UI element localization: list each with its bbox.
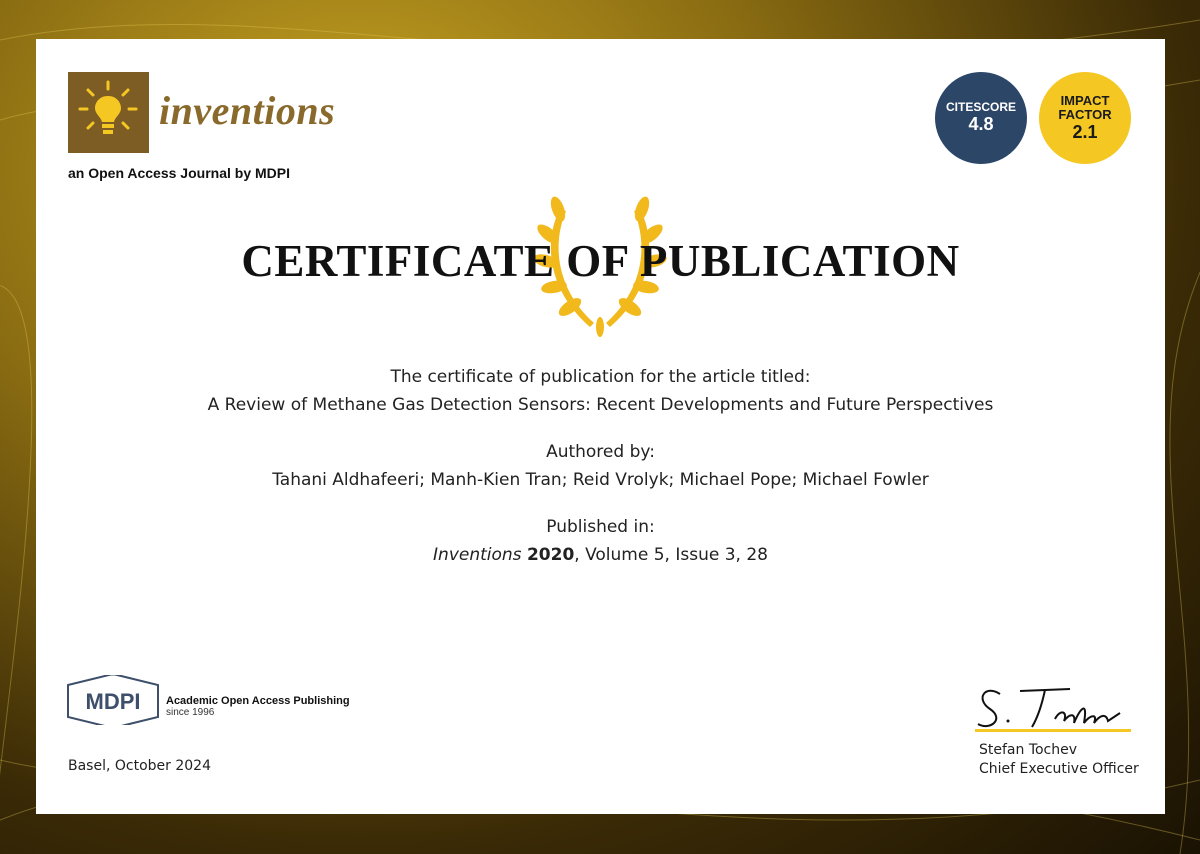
published-label: Published in: — [546, 517, 655, 537]
certificate-title: CERTIFICATE OF PUBLICATION — [241, 236, 960, 286]
citescore-badge: CITESCORE 4.8 — [935, 72, 1027, 164]
impact-factor-badge: IMPACT FACTOR 2.1 — [1039, 72, 1131, 164]
place-date: Basel, October 2024 — [68, 758, 211, 774]
certificate-card: inventions an Open Access Journal by MDP… — [36, 39, 1165, 814]
journal-subtitle: an Open Access Journal by MDPI — [68, 165, 290, 181]
mdpi-logo: MDPI — [67, 675, 159, 725]
authored-label: Authored by: — [546, 442, 655, 462]
publisher-since: since 1996 — [166, 707, 215, 718]
citescore-value: 4.8 — [968, 114, 994, 134]
mdpi-logo-text: MDPI — [86, 689, 141, 714]
citation-journal: Inventions — [433, 545, 522, 565]
citation-volume: , Volume 5, Issue 3, 28 — [574, 545, 768, 565]
authors-list: Tahani Aldhafeeri; Manh-Kien Tran; Reid … — [272, 470, 929, 490]
signatory-name: Stefan Tochev — [979, 742, 1078, 758]
impact-label-2: FACTOR — [1058, 106, 1112, 122]
intro-text: The certificate of publication for the a… — [390, 367, 811, 387]
publisher-tagline: Academic Open Access Publishing — [166, 695, 350, 707]
citation: Inventions 2020, Volume 5, Issue 3, 28 — [36, 541, 1165, 569]
published-section: Published in: Inventions 2020, Volume 5,… — [36, 513, 1165, 569]
signature-underline — [975, 729, 1131, 732]
lightbulb-icon — [78, 80, 138, 134]
authors-section: Authored by: Tahani Aldhafeeri; Manh-Kie… — [36, 438, 1165, 494]
journal-logo — [68, 72, 149, 153]
signatory-role: Chief Executive Officer — [979, 761, 1139, 777]
impact-value: 2.1 — [1072, 121, 1098, 142]
journal-name: inventions — [159, 88, 336, 133]
citescore-label: CITESCORE — [945, 100, 1016, 114]
citation-year: 2020 — [526, 545, 575, 565]
impact-label-1: IMPACT — [1060, 92, 1110, 108]
article-title: A Review of Methane Gas Detection Sensor… — [207, 395, 994, 415]
article-section: The certificate of publication for the a… — [36, 363, 1165, 419]
